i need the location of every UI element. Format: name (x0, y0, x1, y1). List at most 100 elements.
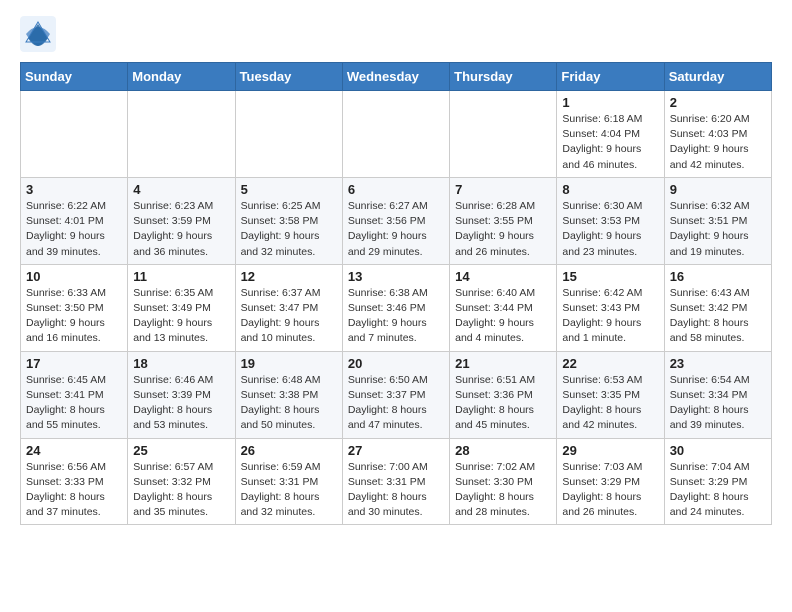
day-cell: 25 Sunrise: 6:57 AM Sunset: 3:32 PM Dayli… (128, 438, 235, 525)
day-number: 17 (26, 356, 122, 371)
day-number: 7 (455, 182, 551, 197)
day-cell: 7Sunrise: 6:28 AM Sunset: 3:55 PM Daylig… (450, 177, 557, 264)
day-number: 1 (562, 95, 658, 110)
day-info: Sunrise: 6:53 AM Sunset: 3:35 PM Dayligh… (562, 373, 658, 434)
logo (20, 16, 60, 52)
day-cell (342, 91, 449, 178)
day-number: 9 (670, 182, 766, 197)
day-number: 5 (241, 182, 337, 197)
week-row-3: 10 Sunrise: 6:33 AM Sunset: 3:50 PM Dayli… (21, 264, 772, 351)
week-row-2: 3Sunrise: 6:22 AM Sunset: 4:01 PM Daylig… (21, 177, 772, 264)
day-info: Sunrise: 6:37 AM Sunset: 3:47 PM Dayligh… (241, 286, 337, 347)
weekday-header-row: SundayMondayTuesdayWednesdayThursdayFrid… (21, 63, 772, 91)
calendar: SundayMondayTuesdayWednesdayThursdayFrid… (20, 62, 772, 525)
day-info: Sunrise: 6:25 AM Sunset: 3:58 PM Dayligh… (241, 199, 337, 260)
day-cell: 26 Sunrise: 6:59 AM Sunset: 3:31 PM Dayli… (235, 438, 342, 525)
day-number: 15 (562, 269, 658, 284)
day-cell: 9 Sunrise: 6:32 AM Sunset: 3:51 PM Daylig… (664, 177, 771, 264)
day-cell: 28Sunrise: 7:02 AM Sunset: 3:30 PM Dayli… (450, 438, 557, 525)
day-cell (450, 91, 557, 178)
day-cell: 21 Sunrise: 6:51 AM Sunset: 3:36 PM Dayli… (450, 351, 557, 438)
day-info: Sunrise: 6:18 AM Sunset: 4:04 PM Dayligh… (562, 112, 658, 173)
weekday-wednesday: Wednesday (342, 63, 449, 91)
day-cell (21, 91, 128, 178)
day-number: 25 (133, 443, 229, 458)
day-cell: 30 Sunrise: 7:04 AM Sunset: 3:29 PM Dayli… (664, 438, 771, 525)
day-number: 12 (241, 269, 337, 284)
day-info: Sunrise: 6:30 AM Sunset: 3:53 PM Dayligh… (562, 199, 658, 260)
weekday-sunday: Sunday (21, 63, 128, 91)
day-info: Sunrise: 6:50 AM Sunset: 3:37 PM Dayligh… (348, 373, 444, 434)
day-cell (128, 91, 235, 178)
day-number: 16 (670, 269, 766, 284)
weekday-thursday: Thursday (450, 63, 557, 91)
day-number: 27 (348, 443, 444, 458)
day-cell: 11 Sunrise: 6:35 AM Sunset: 3:49 PM Dayli… (128, 264, 235, 351)
header (20, 16, 772, 52)
weekday-saturday: Saturday (664, 63, 771, 91)
day-cell: 14Sunrise: 6:40 AM Sunset: 3:44 PM Dayli… (450, 264, 557, 351)
day-cell: 24 Sunrise: 6:56 AM Sunset: 3:33 PM Dayli… (21, 438, 128, 525)
day-info: Sunrise: 6:27 AM Sunset: 3:56 PM Dayligh… (348, 199, 444, 260)
day-info: Sunrise: 6:33 AM Sunset: 3:50 PM Dayligh… (26, 286, 122, 347)
weekday-tuesday: Tuesday (235, 63, 342, 91)
day-info: Sunrise: 7:03 AM Sunset: 3:29 PM Dayligh… (562, 460, 658, 521)
week-row-4: 17 Sunrise: 6:45 AM Sunset: 3:41 PM Dayli… (21, 351, 772, 438)
day-number: 10 (26, 269, 122, 284)
day-number: 2 (670, 95, 766, 110)
day-number: 22 (562, 356, 658, 371)
day-info: Sunrise: 6:20 AM Sunset: 4:03 PM Dayligh… (670, 112, 766, 173)
day-number: 23 (670, 356, 766, 371)
day-cell: 8 Sunrise: 6:30 AM Sunset: 3:53 PM Daylig… (557, 177, 664, 264)
day-info: Sunrise: 6:38 AM Sunset: 3:46 PM Dayligh… (348, 286, 444, 347)
day-info: Sunrise: 6:40 AM Sunset: 3:44 PM Dayligh… (455, 286, 551, 347)
page: SundayMondayTuesdayWednesdayThursdayFrid… (0, 0, 792, 535)
day-number: 11 (133, 269, 229, 284)
day-number: 19 (241, 356, 337, 371)
day-info: Sunrise: 6:48 AM Sunset: 3:38 PM Dayligh… (241, 373, 337, 434)
day-info: Sunrise: 6:54 AM Sunset: 3:34 PM Dayligh… (670, 373, 766, 434)
day-number: 20 (348, 356, 444, 371)
day-cell: 29 Sunrise: 7:03 AM Sunset: 3:29 PM Dayli… (557, 438, 664, 525)
day-info: Sunrise: 6:42 AM Sunset: 3:43 PM Dayligh… (562, 286, 658, 347)
day-number: 21 (455, 356, 551, 371)
day-number: 29 (562, 443, 658, 458)
day-info: Sunrise: 6:32 AM Sunset: 3:51 PM Dayligh… (670, 199, 766, 260)
day-info: Sunrise: 7:00 AM Sunset: 3:31 PM Dayligh… (348, 460, 444, 521)
day-cell: 20 Sunrise: 6:50 AM Sunset: 3:37 PM Dayli… (342, 351, 449, 438)
day-cell: 10 Sunrise: 6:33 AM Sunset: 3:50 PM Dayli… (21, 264, 128, 351)
logo-icon (20, 16, 56, 52)
day-cell: 3Sunrise: 6:22 AM Sunset: 4:01 PM Daylig… (21, 177, 128, 264)
day-cell: 6 Sunrise: 6:27 AM Sunset: 3:56 PM Daylig… (342, 177, 449, 264)
day-info: Sunrise: 6:43 AM Sunset: 3:42 PM Dayligh… (670, 286, 766, 347)
day-info: Sunrise: 6:45 AM Sunset: 3:41 PM Dayligh… (26, 373, 122, 434)
day-cell: 2 Sunrise: 6:20 AM Sunset: 4:03 PM Daylig… (664, 91, 771, 178)
day-number: 8 (562, 182, 658, 197)
day-cell: 19 Sunrise: 6:48 AM Sunset: 3:38 PM Dayli… (235, 351, 342, 438)
day-number: 30 (670, 443, 766, 458)
weekday-friday: Friday (557, 63, 664, 91)
day-number: 24 (26, 443, 122, 458)
day-number: 26 (241, 443, 337, 458)
day-cell (235, 91, 342, 178)
day-info: Sunrise: 7:04 AM Sunset: 3:29 PM Dayligh… (670, 460, 766, 521)
day-cell: 23 Sunrise: 6:54 AM Sunset: 3:34 PM Dayli… (664, 351, 771, 438)
day-cell: 5 Sunrise: 6:25 AM Sunset: 3:58 PM Daylig… (235, 177, 342, 264)
day-info: Sunrise: 6:46 AM Sunset: 3:39 PM Dayligh… (133, 373, 229, 434)
day-cell: 17 Sunrise: 6:45 AM Sunset: 3:41 PM Dayli… (21, 351, 128, 438)
day-cell: 15 Sunrise: 6:42 AM Sunset: 3:43 PM Dayli… (557, 264, 664, 351)
day-info: Sunrise: 6:35 AM Sunset: 3:49 PM Dayligh… (133, 286, 229, 347)
week-row-5: 24 Sunrise: 6:56 AM Sunset: 3:33 PM Dayli… (21, 438, 772, 525)
day-number: 28 (455, 443, 551, 458)
day-info: Sunrise: 6:57 AM Sunset: 3:32 PM Dayligh… (133, 460, 229, 521)
day-info: Sunrise: 6:56 AM Sunset: 3:33 PM Dayligh… (26, 460, 122, 521)
day-cell: 22 Sunrise: 6:53 AM Sunset: 3:35 PM Dayli… (557, 351, 664, 438)
day-info: Sunrise: 6:59 AM Sunset: 3:31 PM Dayligh… (241, 460, 337, 521)
day-cell: 13Sunrise: 6:38 AM Sunset: 3:46 PM Dayli… (342, 264, 449, 351)
day-cell: 12 Sunrise: 6:37 AM Sunset: 3:47 PM Dayli… (235, 264, 342, 351)
day-cell: 27 Sunrise: 7:00 AM Sunset: 3:31 PM Dayli… (342, 438, 449, 525)
day-info: Sunrise: 6:51 AM Sunset: 3:36 PM Dayligh… (455, 373, 551, 434)
day-number: 6 (348, 182, 444, 197)
day-info: Sunrise: 6:23 AM Sunset: 3:59 PM Dayligh… (133, 199, 229, 260)
day-info: Sunrise: 6:22 AM Sunset: 4:01 PM Dayligh… (26, 199, 122, 260)
